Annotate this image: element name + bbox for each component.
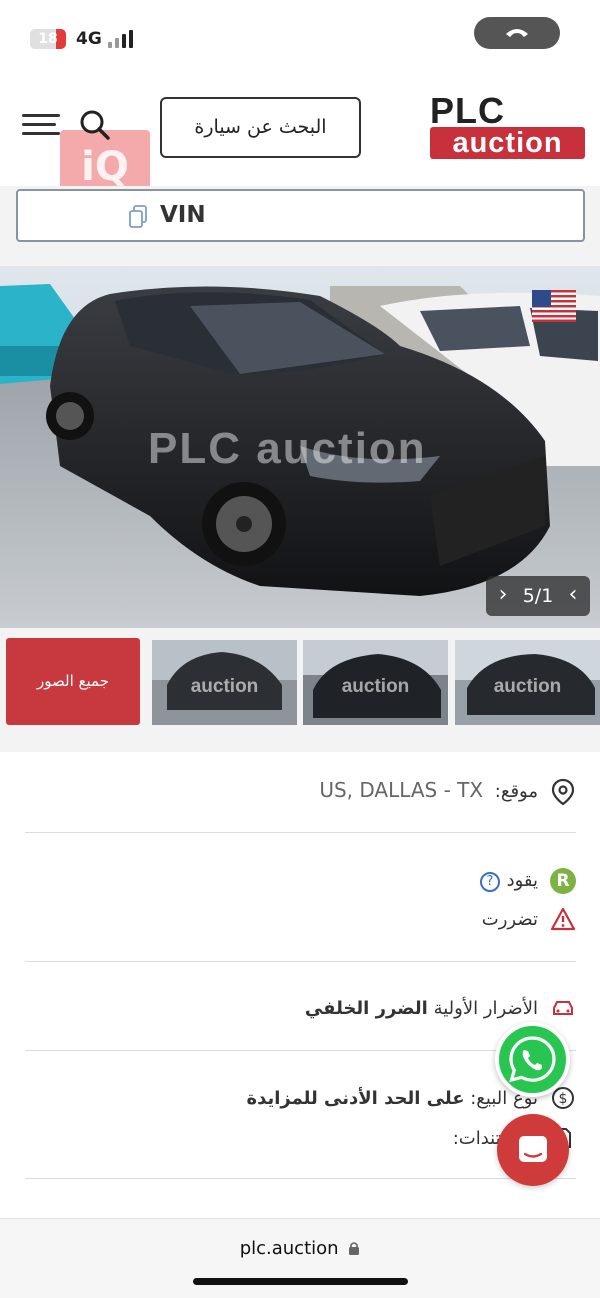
photo-thumbnail[interactable]: auction <box>455 640 600 725</box>
site-header: iQ البحث عن سيارة PLC auction <box>0 78 600 204</box>
search-icon[interactable] <box>78 108 112 142</box>
vin-copy-button[interactable]: VIN <box>16 189 585 242</box>
us-flag-icon <box>532 290 576 322</box>
location-label: موقع: <box>494 781 538 802</box>
photo-thumbnail[interactable]: auction <box>303 640 448 725</box>
battery-indicator: 18 <box>30 29 66 49</box>
chat-button[interactable] <box>497 1114 569 1186</box>
vin-label: VIN <box>160 202 206 228</box>
sale-type-row: نوع البيع: على الحد الأدنى للمزايدة <box>246 1088 538 1109</box>
divider <box>25 1178 576 1179</box>
active-call-pill[interactable] <box>474 17 560 49</box>
phone-icon <box>506 29 528 37</box>
car-damage-icon <box>553 1001 573 1015</box>
divider <box>25 961 576 962</box>
warning-icon <box>550 907 576 931</box>
chat-icon <box>519 1136 547 1162</box>
sale-type-value: على الحد الأدنى للمزايدة <box>246 1088 465 1109</box>
divider <box>25 832 576 833</box>
url-text: plc.auction <box>239 1238 339 1259</box>
photo-counter: › 5/1 ‹ <box>486 576 590 616</box>
help-icon[interactable]: ? <box>480 872 500 892</box>
url-display[interactable]: plc.auction <box>0 1238 600 1259</box>
browser-address-bar[interactable]: plc.auction <box>0 1218 600 1298</box>
search-car-button[interactable]: البحث عن سيارة <box>160 97 361 158</box>
svg-text:$: $ <box>559 1091 568 1107</box>
vin-section: VIN <box>0 186 600 266</box>
plc-auction-logo[interactable]: PLC auction <box>430 93 585 160</box>
hamburger-menu-button[interactable] <box>22 114 60 136</box>
copy-icon <box>129 205 147 228</box>
location-value: US, DALLAS - TX <box>319 778 484 802</box>
chevron-left-icon[interactable]: ‹ <box>560 576 586 616</box>
location-pin-icon <box>551 778 575 806</box>
photo-thumbnail[interactable]: auction <box>152 640 297 725</box>
lock-icon <box>349 1242 360 1255</box>
signal-icon <box>108 30 136 48</box>
divider <box>25 1050 576 1051</box>
photo-counter-text: 5/1 <box>522 585 554 607</box>
chevron-right-icon[interactable]: › <box>490 576 516 616</box>
network-label: 4G <box>76 29 102 49</box>
thumbnail-strip: جميع الصور auction auction auction <box>0 628 600 752</box>
location-row: موقع: US, DALLAS - TX <box>319 778 538 802</box>
home-indicator[interactable] <box>193 1278 408 1285</box>
whatsapp-icon <box>509 1036 556 1083</box>
gallery-watermark: PLC auction <box>148 424 427 473</box>
whatsapp-button[interactable] <box>495 1022 570 1097</box>
damaged-label: تضررت <box>481 909 538 930</box>
primary-damage-row: الأضرار الأولية الضرر الخلفي <box>305 998 538 1019</box>
runs-label: يقود <box>506 870 538 891</box>
all-photos-button[interactable]: جميع الصور <box>6 638 140 725</box>
run-badge-icon: R <box>550 868 576 894</box>
primary-damage-value: الضرر الخلفي <box>304 998 428 1019</box>
vehicle-photo-gallery[interactable]: PLC auction › 5/1 ‹ <box>0 266 600 628</box>
status-bar: 18 4G <box>0 0 600 78</box>
primary-damage-label: الأضرار الأولية <box>433 998 538 1019</box>
